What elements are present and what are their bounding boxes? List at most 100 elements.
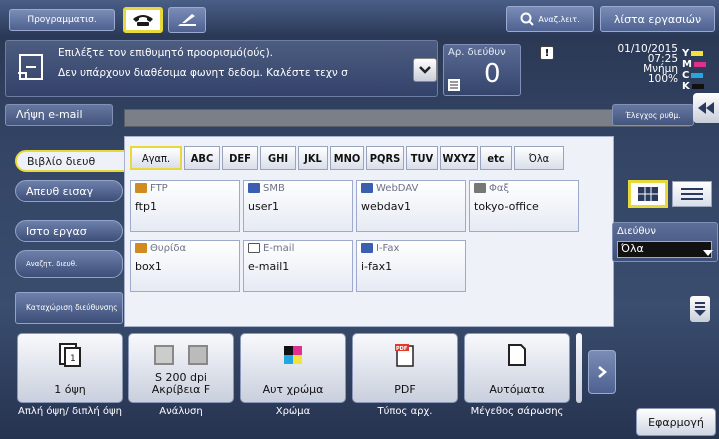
next-function-peek (576, 333, 582, 403)
svg-text:PDF: PDF (396, 346, 407, 352)
destination-icon (18, 54, 43, 80)
search-label: Αναζ.λειτ. (538, 14, 580, 24)
address-entry-ftp[interactable]: FTP ftp1 (130, 180, 240, 232)
color-value: Αυτ χρώμα (262, 383, 324, 396)
address-type-label: Διεύθυν (617, 226, 656, 237)
duplex-value: 1 όψη (54, 383, 86, 396)
index-tab-favorites[interactable]: Αγαπ. (130, 146, 182, 170)
index-tab-abc[interactable]: ABC (184, 146, 220, 170)
index-tab-etc[interactable]: etc (480, 146, 512, 170)
memory-value: 100% (647, 73, 678, 85)
address-entry-box[interactable]: Θυρίδα box1 (130, 240, 240, 292)
entry-name: user1 (248, 200, 279, 213)
scan-size-button[interactable]: Αυτόματα (464, 333, 570, 403)
collapse-panel-button[interactable] (693, 93, 719, 123)
duplex-label: Απλή όψη/ διπλή όψη (18, 406, 122, 417)
telephone-icon (133, 15, 153, 26)
scanner-icon (178, 14, 196, 26)
fax-mode-button[interactable] (123, 7, 163, 33)
webdav-icon (361, 183, 373, 193)
resolution-value: S 200 dpi Ακρίβεια F (151, 371, 211, 396)
destination-count-value: 0 (484, 59, 501, 89)
file-type-value: PDF (394, 383, 416, 396)
tab-job-history[interactable]: Ιστο εργασ (15, 220, 123, 242)
index-tab-def[interactable]: DEF (222, 146, 258, 170)
ftp-icon (135, 183, 147, 193)
page-size-icon (508, 344, 526, 366)
svg-text:1: 1 (70, 354, 76, 364)
resolution-icon (154, 345, 208, 365)
index-tab-ghi[interactable]: GHI (260, 146, 296, 170)
entry-name: box1 (135, 260, 162, 273)
entry-name: tokyo-office (474, 200, 539, 213)
index-tab-mno[interactable]: MNO (330, 146, 364, 170)
check-settings-button[interactable]: Έλεγχος ρυθμ. (612, 104, 694, 126)
scan-size-label: Μέγεθος σάρωσης (470, 406, 564, 417)
address-type-filter[interactable]: Διεύθυν Όλα (612, 222, 718, 262)
chevron-down-icon (703, 250, 713, 256)
message-line-2: Δεν υπάρχουν διαθέσιμα φωνητ δεδομ. Καλέ… (58, 67, 348, 79)
index-tab-pqrs[interactable]: PQRS (366, 146, 404, 170)
address-entry-webdav[interactable]: WebDAV webdav1 (356, 180, 466, 232)
address-entry-smb[interactable]: SMB user1 (243, 180, 353, 232)
entry-name: ftp1 (135, 200, 157, 213)
color-button[interactable]: Αυτ χρώμα (240, 333, 346, 403)
email-icon (248, 243, 260, 253)
job-list-button[interactable]: λίστα εργασιών (600, 6, 715, 32)
function-search-button[interactable]: Αναζ.λειτ. (506, 6, 594, 32)
index-tabs: Αγαπ. ABC DEF GHI JKL MNO PQRS TUV WXYZ … (130, 146, 566, 170)
toner-k: K (682, 81, 718, 92)
address-entry-fax[interactable]: Φαξ tokyo-office (469, 180, 579, 232)
box-icon (135, 243, 147, 253)
scan-mode-button[interactable] (168, 7, 206, 33)
scan-fax-screen: Προγραμματισ. Αναζ.λειτ. λίστα εργασιών … (0, 0, 719, 439)
address-entry-email[interactable]: E-mail e-mail1 (243, 240, 353, 292)
receive-email-button[interactable]: Λήψη e-mail (5, 104, 113, 126)
list-icon (681, 188, 703, 200)
list-view-button[interactable] (672, 181, 712, 207)
color-icon (284, 346, 302, 364)
address-entry-ifax[interactable]: I-Fax i-fax1 (356, 240, 466, 292)
pdf-icon: PDF (395, 344, 414, 367)
destination-input-field[interactable] (124, 109, 690, 127)
toner-y: Y (682, 48, 718, 59)
index-tab-tuv[interactable]: TUV (406, 146, 438, 170)
tab-address-book[interactable]: Βιβλίο διευθ (15, 150, 127, 172)
scroll-down-button[interactable] (690, 296, 710, 322)
destination-count[interactable]: Αρ. διεύθυν 0 (443, 44, 521, 96)
list-icon (448, 79, 460, 91)
index-tab-all[interactable]: Όλα (514, 146, 564, 170)
chevron-down-icon (419, 66, 431, 74)
index-tab-wxyz[interactable]: WXYZ (440, 146, 478, 170)
color-label: Χρώμα (275, 406, 311, 417)
message-expand-button[interactable] (413, 58, 437, 82)
duplex-button[interactable]: 1 1 όψη (17, 333, 123, 403)
toner-c: C (682, 70, 718, 81)
resolution-button[interactable]: S 200 dpi Ακρίβεια F (128, 333, 234, 403)
toner-m: M (682, 59, 718, 70)
entry-name: i-fax1 (361, 260, 393, 273)
grid-view-button[interactable] (628, 180, 668, 208)
warning-icon[interactable]: ! (540, 46, 554, 60)
tab-address-registration[interactable]: Καταχώριση διεύθυνσης (15, 292, 123, 324)
search-icon (520, 12, 535, 26)
ifax-icon (361, 243, 373, 253)
destination-count-label: Αρ. διεύθυν (448, 47, 506, 58)
chevron-right-icon (598, 366, 607, 378)
file-type-button[interactable]: PDF PDF (352, 333, 458, 403)
toner-levels: Y M C K (682, 48, 718, 92)
tab-direct-input[interactable]: Απευθ εισαγ (15, 180, 123, 202)
simplex-icon: 1 (59, 343, 81, 367)
message-box: Επιλέξτε τον επιθυμητό προορισμό(ούς). Δ… (5, 40, 438, 97)
double-chevron-left-icon (698, 102, 714, 114)
next-page-button[interactable] (588, 350, 616, 394)
fax-icon (474, 183, 486, 193)
index-tab-jkl[interactable]: JKL (298, 146, 328, 170)
address-type-select[interactable]: Όλα (617, 241, 712, 258)
message-line-1: Επιλέξτε τον επιθυμητό προορισμό(ούς). (58, 47, 274, 59)
apply-button[interactable]: Εφαρμογή (636, 408, 716, 436)
file-type-label: Τύπος αρχ. (377, 406, 433, 417)
program-button[interactable]: Προγραμματισ. (9, 9, 115, 31)
entry-name: webdav1 (361, 200, 411, 213)
tab-address-search[interactable]: Αναζητ. διευθ. (15, 250, 123, 278)
